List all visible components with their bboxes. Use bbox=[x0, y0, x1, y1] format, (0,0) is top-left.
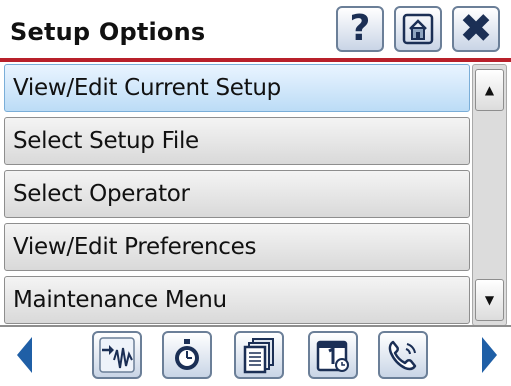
menu-item-maintenance-menu[interactable]: Maintenance Menu bbox=[4, 276, 470, 324]
left-arrow-icon bbox=[17, 337, 32, 373]
header-bar: Setup Options ? ✖ bbox=[0, 0, 511, 58]
menu-item-select-setup-file[interactable]: Select Setup File bbox=[4, 117, 470, 165]
close-icon: ✖ bbox=[459, 6, 493, 52]
menu-scrollbar[interactable]: ▲ ▼ bbox=[472, 64, 507, 326]
phone-button[interactable] bbox=[378, 331, 428, 379]
previous-page-button[interactable] bbox=[14, 333, 34, 385]
bottom-toolbar bbox=[0, 327, 511, 386]
stopwatch-icon bbox=[175, 339, 199, 370]
menu-item-label: Select Operator bbox=[13, 181, 190, 207]
menu-item-label: View/Edit Current Setup bbox=[13, 75, 281, 101]
documents-icon bbox=[243, 338, 274, 374]
scroll-up-arrow-icon: ▲ bbox=[484, 83, 495, 97]
calendar-button[interactable] bbox=[308, 331, 358, 379]
menu-item-view-edit-current-setup[interactable]: View/Edit Current Setup bbox=[4, 64, 470, 112]
menu-item-view-edit-preferences[interactable]: View/Edit Preferences bbox=[4, 223, 470, 271]
menu-item-label: Select Setup File bbox=[13, 128, 199, 154]
menu-item-select-operator[interactable]: Select Operator bbox=[4, 170, 470, 218]
documents-button[interactable] bbox=[234, 331, 284, 379]
page-title: Setup Options bbox=[10, 18, 206, 46]
scroll-down-button[interactable]: ▼ bbox=[475, 279, 504, 321]
scroll-up-button[interactable]: ▲ bbox=[475, 69, 504, 111]
next-page-button[interactable] bbox=[480, 333, 500, 385]
scroll-down-arrow-icon: ▼ bbox=[484, 293, 495, 307]
waveform-button[interactable] bbox=[92, 331, 142, 379]
calendar-1-icon bbox=[316, 340, 349, 372]
setup-options-menu: View/Edit Current Setup Select Setup Fil… bbox=[0, 62, 472, 326]
phone-icon bbox=[388, 340, 417, 371]
home-button[interactable] bbox=[394, 6, 442, 52]
close-button[interactable]: ✖ bbox=[452, 6, 500, 52]
right-arrow-icon bbox=[482, 337, 497, 373]
waveform-arrow-icon bbox=[99, 337, 135, 373]
menu-item-label: Maintenance Menu bbox=[13, 287, 227, 313]
home-icon bbox=[402, 13, 434, 45]
stopwatch-button[interactable] bbox=[162, 331, 212, 379]
help-button[interactable]: ? bbox=[336, 6, 384, 52]
menu-item-label: View/Edit Preferences bbox=[13, 234, 257, 260]
question-mark-icon: ? bbox=[349, 8, 371, 49]
